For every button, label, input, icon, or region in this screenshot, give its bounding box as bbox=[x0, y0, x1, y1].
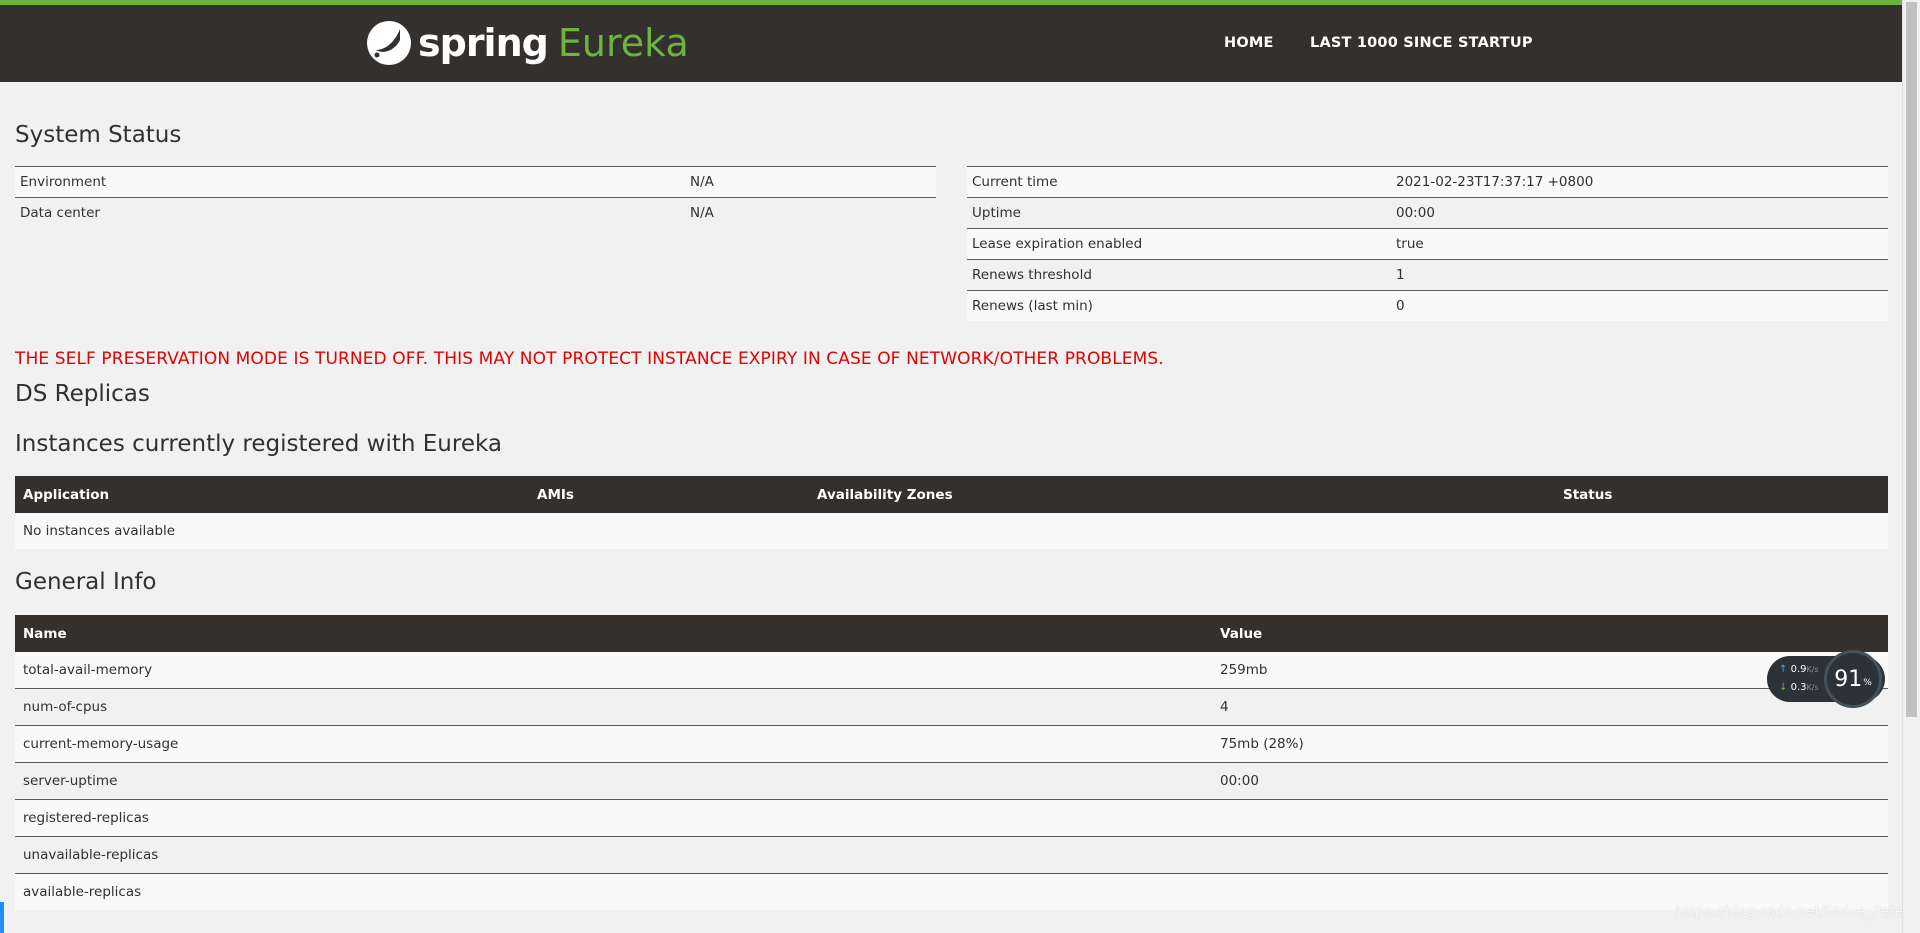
status-label: Lease expiration enabled bbox=[967, 228, 1391, 260]
table-row: registered-replicas bbox=[15, 799, 1888, 837]
info-value: 75mb (28%) bbox=[1212, 725, 1888, 763]
table-row: total-avail-memory 259mb bbox=[15, 652, 1888, 689]
table-row: unavailable-replicas bbox=[15, 836, 1888, 874]
info-value: 00:00 bbox=[1212, 762, 1888, 800]
table-row: Data center N/A bbox=[15, 197, 936, 228]
nav-home-link[interactable]: HOME bbox=[1224, 35, 1274, 51]
instances-header-application: Application bbox=[15, 476, 529, 513]
brand-logo[interactable]: spring Eureka bbox=[366, 17, 689, 69]
spring-leaf-icon bbox=[367, 21, 411, 65]
download-arrow-icon: ↓ bbox=[1779, 682, 1788, 693]
self-preservation-warning: THE SELF PRESERVATION MODE IS TURNED OFF… bbox=[15, 349, 1164, 369]
status-value: N/A bbox=[685, 197, 936, 228]
general-info-title: General Info bbox=[15, 569, 157, 595]
nav-last1000-link[interactable]: LAST 1000 SINCE STARTUP bbox=[1310, 35, 1533, 51]
system-status-right-table: Current time 2021-02-23T17:37:17 +0800 Upt… bbox=[967, 166, 1888, 321]
table-row: Environment N/A bbox=[15, 166, 936, 198]
table-row: Uptime 00:00 bbox=[967, 197, 1888, 229]
navbar: spring Eureka HOME LAST 1000 SINCE START… bbox=[0, 5, 1903, 82]
scrollbar-thumb[interactable] bbox=[1906, 2, 1917, 717]
table-row: Lease expiration enabled true bbox=[967, 228, 1888, 260]
download-speed: ↓ 0.3K/s bbox=[1779, 682, 1819, 693]
ds-replicas-title: DS Replicas bbox=[15, 381, 150, 407]
upload-arrow-icon: ↑ bbox=[1779, 664, 1788, 675]
gauge-percent: 91 bbox=[1834, 666, 1863, 692]
general-info-table: Name Value total-avail-memory 259mb num-of… bbox=[15, 615, 1888, 910]
table-row: available-replicas bbox=[15, 873, 1888, 910]
status-label: Current time bbox=[967, 166, 1391, 198]
memory-gauge[interactable]: 91% bbox=[1824, 650, 1882, 708]
status-value: 00:00 bbox=[1391, 197, 1888, 229]
status-label: Environment bbox=[15, 166, 685, 198]
system-status-left-table: Environment N/A Data center N/A bbox=[15, 166, 936, 228]
info-name: available-replicas bbox=[15, 873, 1212, 910]
upload-speed: ↑ 0.9K/s bbox=[1779, 664, 1819, 675]
table-row: server-uptime 00:00 bbox=[15, 762, 1888, 800]
download-unit: K/s bbox=[1806, 683, 1819, 692]
table-row: Renews threshold 1 bbox=[967, 259, 1888, 291]
info-name: unavailable-replicas bbox=[15, 836, 1212, 874]
info-name: current-memory-usage bbox=[15, 725, 1212, 763]
general-header-name: Name bbox=[15, 615, 1212, 652]
table-row: Renews (last min) 0 bbox=[967, 290, 1888, 321]
general-header-value: Value bbox=[1212, 615, 1888, 652]
brand-eureka-text: Eureka bbox=[557, 21, 689, 65]
info-name: server-uptime bbox=[15, 762, 1212, 800]
info-value bbox=[1212, 836, 1888, 874]
status-label: Renews threshold bbox=[967, 259, 1391, 291]
brand-spring-text: spring bbox=[418, 21, 549, 65]
gauge-unit: % bbox=[1863, 678, 1872, 688]
table-row: Current time 2021-02-23T17:37:17 +0800 bbox=[967, 166, 1888, 198]
table-row: No instances available bbox=[15, 513, 1888, 549]
download-value: 0.3 bbox=[1790, 682, 1807, 693]
no-instances-text: No instances available bbox=[15, 513, 1888, 549]
table-row: num-of-cpus 4 bbox=[15, 688, 1888, 726]
taskbar-edge bbox=[0, 902, 4, 933]
status-value: 2021-02-23T17:37:17 +0800 bbox=[1391, 166, 1888, 198]
status-value: 0 bbox=[1391, 290, 1888, 321]
status-label: Uptime bbox=[967, 197, 1391, 229]
info-value bbox=[1212, 799, 1888, 837]
status-value: 1 bbox=[1391, 259, 1888, 291]
info-name: num-of-cpus bbox=[15, 688, 1212, 726]
instances-header-amis: AMIs bbox=[529, 476, 809, 513]
status-label: Renews (last min) bbox=[967, 290, 1391, 321]
upload-unit: K/s bbox=[1806, 665, 1819, 674]
info-name: total-avail-memory bbox=[15, 652, 1212, 689]
status-value: N/A bbox=[685, 166, 936, 198]
upload-value: 0.9 bbox=[1790, 664, 1807, 675]
table-row: current-memory-usage 75mb (28%) bbox=[15, 725, 1888, 763]
vertical-scrollbar[interactable] bbox=[1902, 0, 1920, 933]
watermark: https://blog.csdn.net/Strive_Peter bbox=[1675, 904, 1910, 920]
info-name: registered-replicas bbox=[15, 799, 1212, 837]
instances-header-status: Status bbox=[1555, 476, 1888, 513]
status-value: true bbox=[1391, 228, 1888, 260]
system-status-title: System Status bbox=[15, 122, 182, 148]
instances-table: Application AMIs Availability Zones Stat… bbox=[15, 476, 1888, 549]
status-label: Data center bbox=[15, 197, 685, 228]
instances-header-zones: Availability Zones bbox=[809, 476, 1555, 513]
instances-title: Instances currently registered with Eure… bbox=[15, 431, 502, 457]
